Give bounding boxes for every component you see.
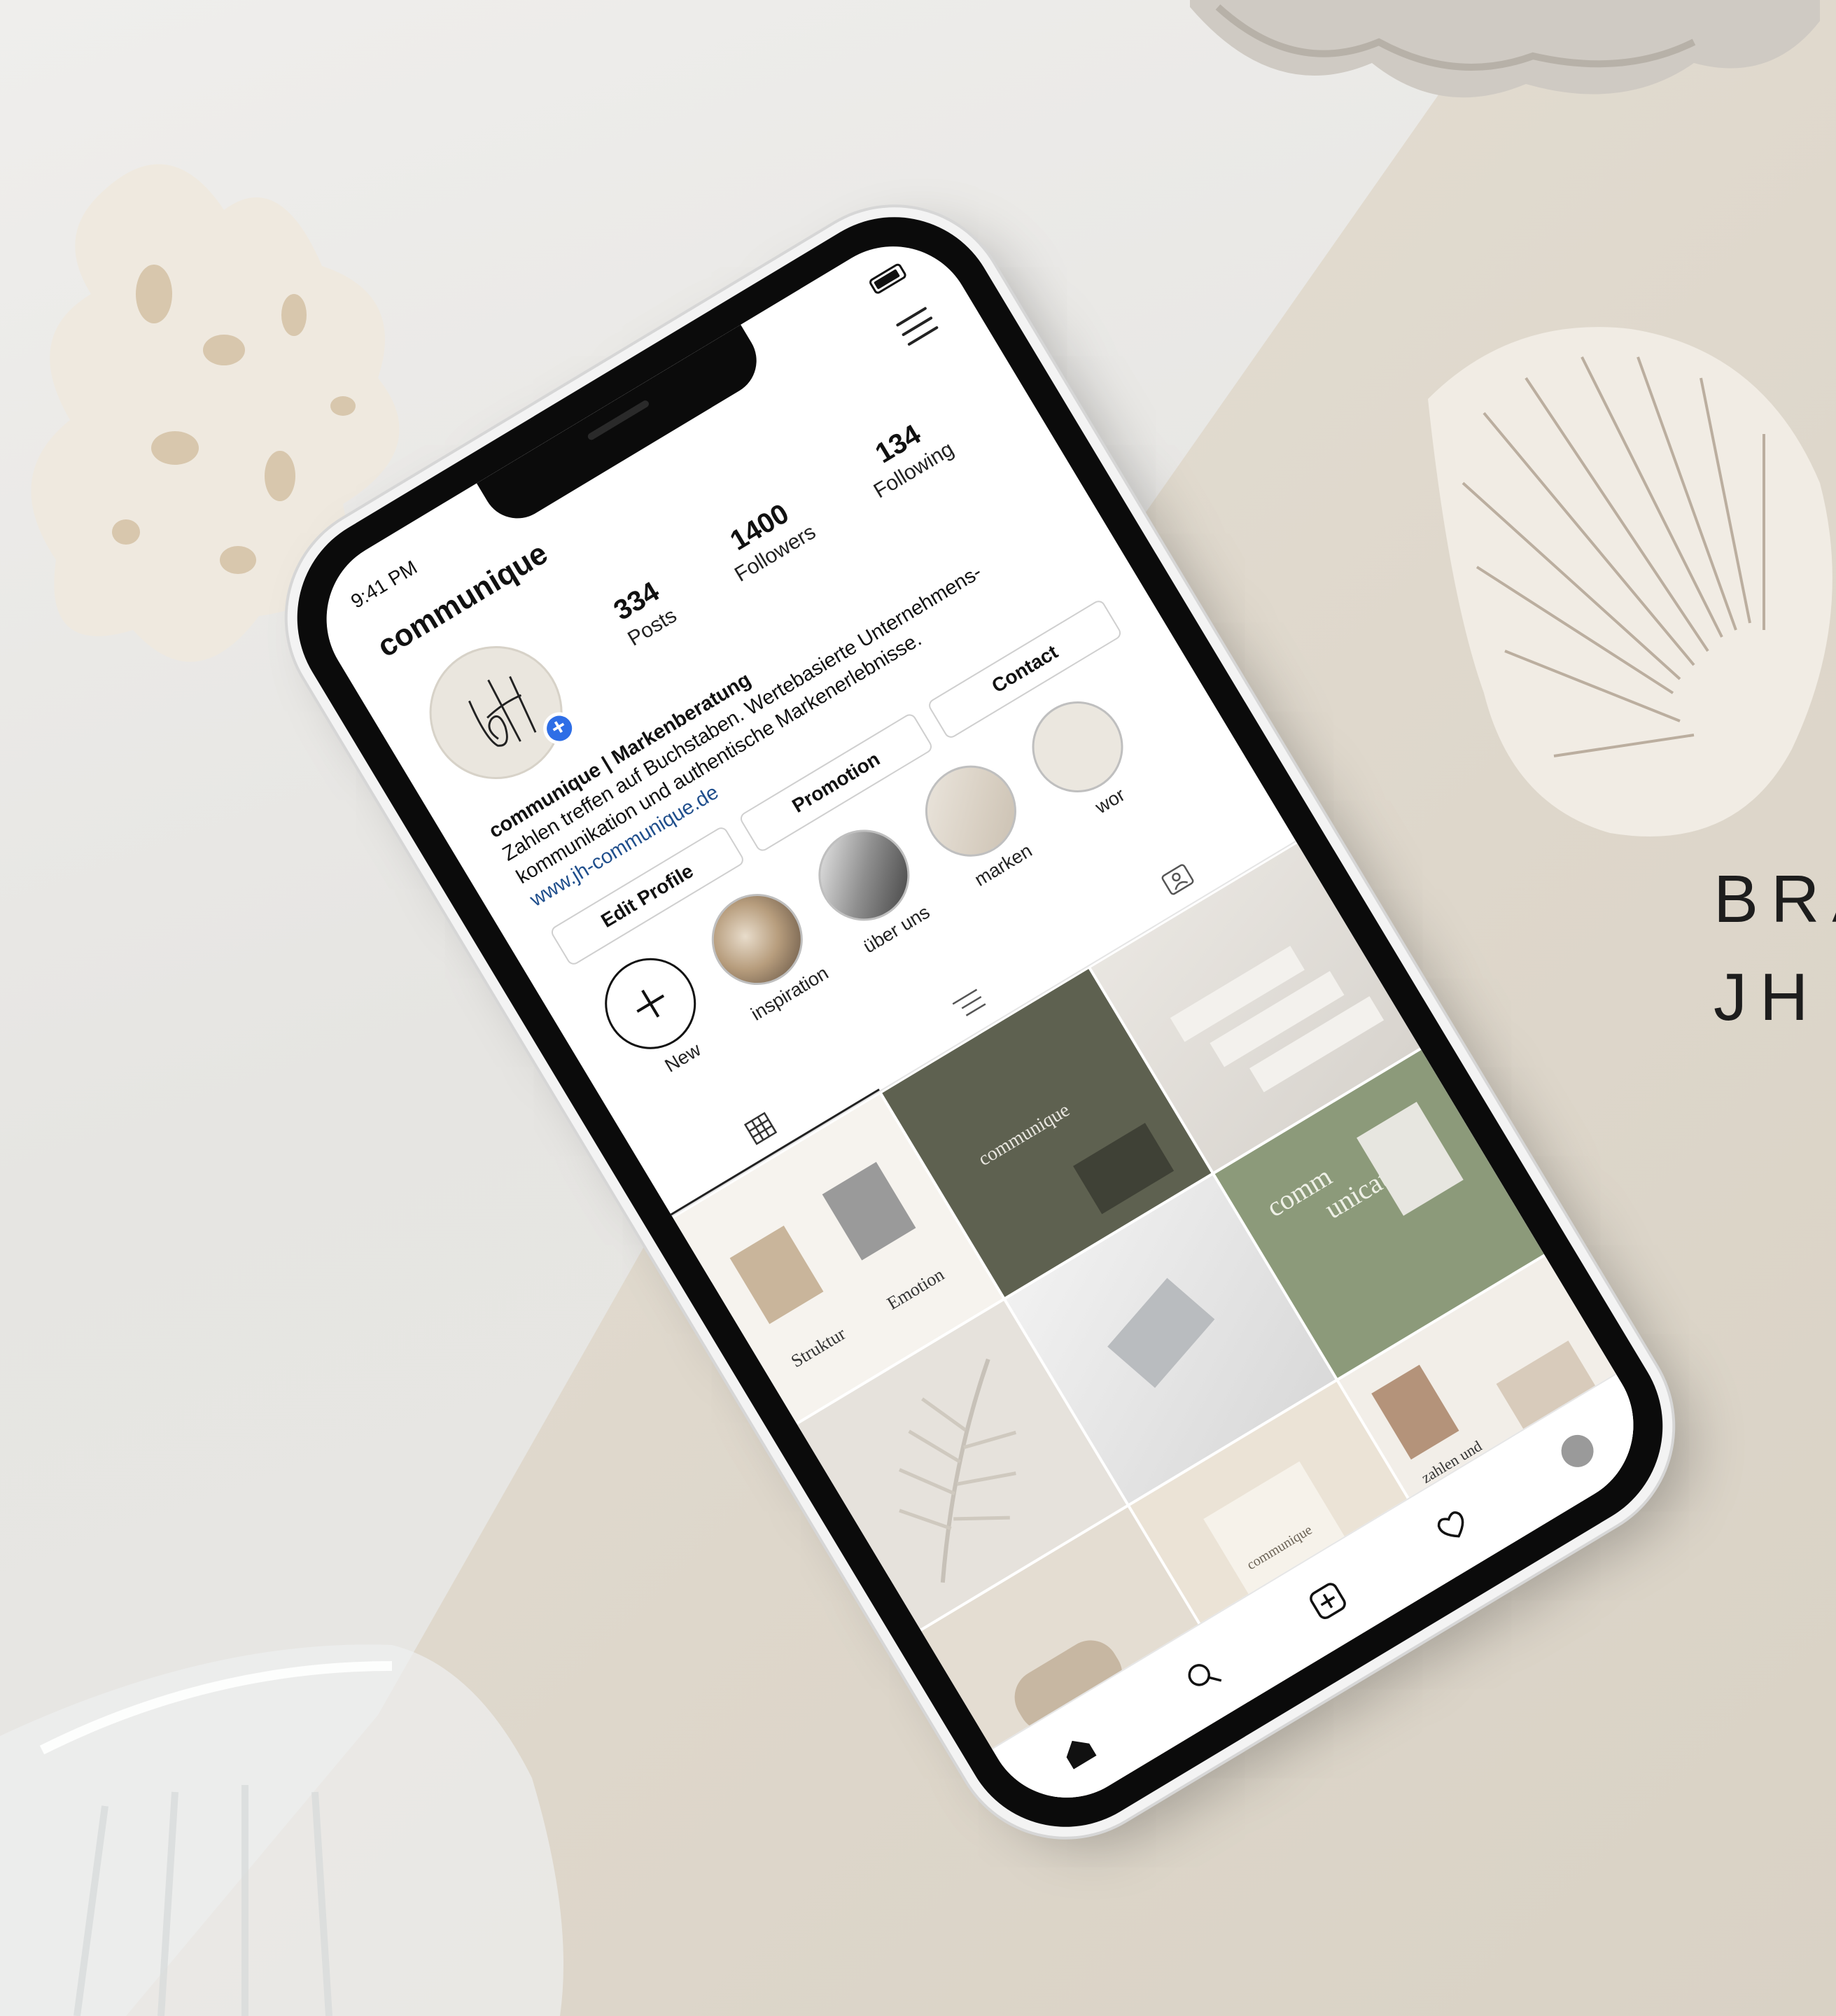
- drinking-glass-decoration: [0, 1644, 563, 2016]
- profile-avatar-icon: [1555, 1429, 1600, 1474]
- nav-home[interactable]: [1049, 1722, 1107, 1779]
- home-icon: [1066, 1740, 1097, 1770]
- stat-following[interactable]: 134 Following: [852, 408, 958, 503]
- stat-posts[interactable]: 334 Posts: [606, 575, 681, 652]
- grid-icon: [743, 1111, 778, 1145]
- heart-icon: [1437, 1511, 1464, 1538]
- tagged-person-icon: [1161, 864, 1194, 895]
- stat-followers[interactable]: 1400 Followers: [713, 491, 820, 587]
- coral-fan-decoration: [1428, 327, 1833, 837]
- nav-profile[interactable]: [1548, 1422, 1606, 1480]
- add-post-icon: [1310, 1583, 1346, 1620]
- post-communique-label: communique: [974, 1099, 1074, 1170]
- post-emotion-label: Emotion: [883, 1264, 948, 1314]
- brand-line-1: BRA: [1714, 862, 1836, 937]
- nav-new-post[interactable]: [1299, 1572, 1357, 1630]
- brand-heading: BRA JH: [1714, 850, 1836, 1046]
- post-struktur-label: Struktur: [787, 1323, 850, 1372]
- nav-search[interactable]: [1175, 1647, 1232, 1704]
- status-time: 9:41 PM: [346, 556, 421, 612]
- brand-line-2: JH: [1714, 960, 1821, 1035]
- coral-top-decoration: [1190, 0, 1820, 98]
- nav-activity[interactable]: [1424, 1497, 1481, 1555]
- battery-icon: [867, 262, 908, 295]
- plus-icon: [636, 989, 665, 1018]
- hamburger-menu-icon[interactable]: [895, 305, 939, 347]
- search-icon: [1188, 1664, 1222, 1686]
- post-comm-label: comm: [1261, 1160, 1338, 1224]
- list-icon: [952, 988, 986, 1016]
